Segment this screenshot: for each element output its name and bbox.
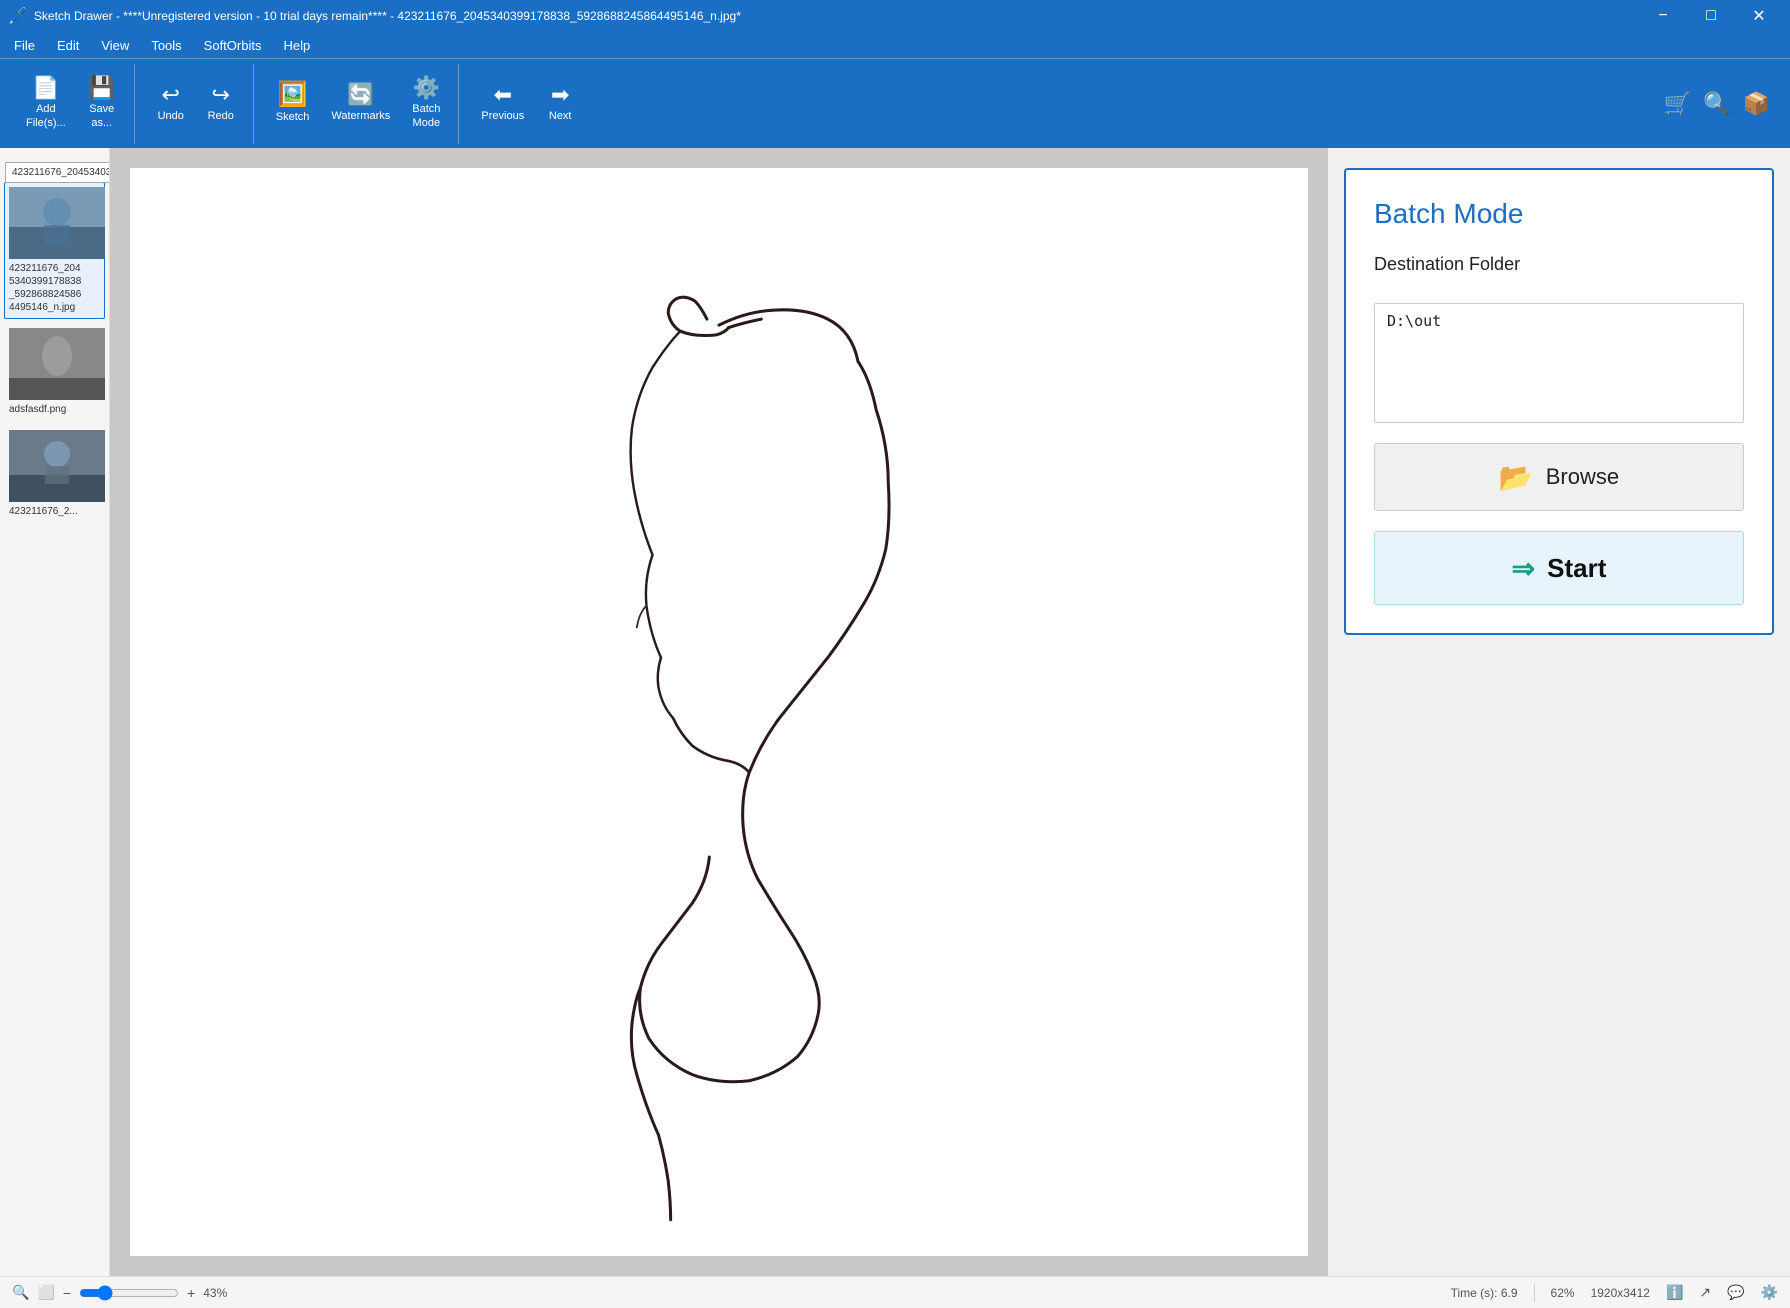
- save-as-label: Saveas...: [89, 103, 114, 129]
- maximize-button[interactable]: □: [1688, 0, 1734, 32]
- zoom-slider[interactable]: [79, 1285, 179, 1301]
- previous-icon: ⬅: [494, 84, 512, 106]
- time-label: Time (s): 6.9: [1451, 1286, 1518, 1300]
- menu-view[interactable]: View: [91, 32, 139, 58]
- app-icon: 🖊️: [8, 6, 28, 26]
- canvas-inner: [130, 168, 1308, 1256]
- window-title: Sketch Drawer - ****Unregistered version…: [34, 9, 741, 23]
- destination-folder-label: Destination Folder: [1374, 254, 1744, 275]
- info-icon[interactable]: ℹ️: [1666, 1284, 1683, 1301]
- title-bar: 🖊️ Sketch Drawer - ****Unregistered vers…: [0, 0, 1790, 32]
- start-label: Start: [1547, 553, 1606, 584]
- browse-label: Browse: [1546, 464, 1619, 490]
- watermarks-button[interactable]: 🔄 Watermarks: [321, 78, 400, 129]
- thumb-label-2: 423211676_2...: [9, 505, 100, 518]
- undo-button[interactable]: ↩ Undo: [147, 78, 195, 129]
- batch-mode-icon: ⚙️: [413, 77, 440, 99]
- batch-mode-button[interactable]: ⚙️ BatchMode: [402, 71, 450, 135]
- menu-help[interactable]: Help: [273, 32, 320, 58]
- sketch-label: Sketch: [276, 111, 310, 124]
- zoom-percent: 62%: [1551, 1286, 1575, 1300]
- thumb-svg-2: [9, 430, 105, 502]
- sketch-button[interactable]: 🖼️ Sketch: [266, 77, 320, 130]
- zoom-actual-icon[interactable]: ⬜: [37, 1284, 54, 1301]
- toolbar-group-undo: ↩ Undo ↪ Redo: [139, 64, 254, 144]
- box-icon[interactable]: 📦: [1743, 91, 1770, 117]
- toolbar-group-files: 📄 AddFile(s)... 💾 Saveas...: [8, 64, 135, 144]
- sidebar: Source Im... 423211676_2045340399178838_…: [0, 148, 110, 1276]
- undo-icon: ↩: [162, 84, 180, 106]
- menu-tools[interactable]: Tools: [141, 32, 191, 58]
- sidebar-item-1[interactable]: adsfasdf.png: [4, 323, 105, 421]
- menu-softorbits[interactable]: SoftOrbits: [194, 32, 272, 58]
- sidebar-item-0[interactable]: 423211676_2045340399178838_5928688245864…: [4, 182, 105, 319]
- thumb-svg-1: [9, 328, 105, 400]
- thumb-image-2: [9, 430, 105, 502]
- status-left: 🔍 ⬜ − + 43%: [12, 1284, 1435, 1301]
- sidebar-item-2[interactable]: 423211676_2...: [4, 425, 105, 523]
- title-bar-controls: − □ ✕: [1640, 0, 1782, 32]
- canvas-area: [110, 148, 1328, 1276]
- batch-panel: Batch Mode Destination Folder 📂 Browse ⇒…: [1344, 168, 1774, 635]
- cart-icon[interactable]: 🛒: [1664, 91, 1691, 117]
- redo-icon: ↪: [212, 84, 230, 106]
- add-files-button[interactable]: 📄 AddFile(s)...: [16, 71, 76, 135]
- status-right: Time (s): 6.9 62% 1920x3412 ℹ️ ↗ 💬 ⚙️: [1451, 1284, 1778, 1302]
- redo-label: Redo: [208, 110, 234, 123]
- save-as-button[interactable]: 💾 Saveas...: [78, 71, 126, 135]
- redo-button[interactable]: ↪ Redo: [197, 78, 245, 129]
- toolbar-group-nav: ⬅ Previous ➡ Next: [463, 64, 592, 144]
- menu-file[interactable]: File: [4, 32, 45, 58]
- browse-folder-icon: 📂: [1499, 461, 1534, 494]
- previous-button[interactable]: ⬅ Previous: [471, 78, 534, 129]
- next-button[interactable]: ➡ Next: [536, 78, 584, 129]
- share-icon[interactable]: ↗: [1699, 1284, 1711, 1301]
- thumb-label-1: adsfasdf.png: [9, 403, 100, 416]
- add-files-label: AddFile(s)...: [26, 103, 66, 129]
- status-bar: 🔍 ⬜ − + 43% Time (s): 6.9 62% 1920x3412 …: [0, 1276, 1790, 1308]
- zoom-plus-icon[interactable]: +: [187, 1285, 195, 1301]
- start-button[interactable]: ⇒ Start: [1374, 531, 1744, 605]
- title-bar-left: 🖊️ Sketch Drawer - ****Unregistered vers…: [8, 6, 741, 26]
- toolbar-group-sketch: 🖼️ Sketch 🔄 Watermarks ⚙️ BatchMode: [258, 64, 460, 144]
- zoom-minus-icon[interactable]: −: [63, 1285, 71, 1301]
- sketch-svg: [130, 168, 1308, 1256]
- feedback-icon[interactable]: 💬: [1727, 1284, 1744, 1301]
- add-files-icon: 📄: [32, 77, 59, 99]
- zoom-slider-wrap: [79, 1285, 179, 1301]
- destination-folder-input[interactable]: [1374, 303, 1744, 423]
- browse-button[interactable]: 📂 Browse: [1374, 443, 1744, 511]
- undo-label: Undo: [158, 110, 184, 123]
- start-arrow-icon: ⇒: [1512, 552, 1535, 585]
- thumb-label-0: 423211676_2045340399178838_5928688245864…: [9, 262, 100, 314]
- previous-label: Previous: [481, 110, 524, 123]
- minimize-button[interactable]: −: [1640, 0, 1686, 32]
- resolution: 1920x3412: [1591, 1286, 1650, 1300]
- watermarks-label: Watermarks: [331, 110, 390, 123]
- toolbar: 📄 AddFile(s)... 💾 Saveas... ↩ Undo ↪ Red…: [0, 58, 1790, 148]
- next-label: Next: [549, 110, 572, 123]
- thumb-image-1: [9, 328, 105, 400]
- thumb-svg-0: [9, 187, 105, 259]
- close-button[interactable]: ✕: [1736, 0, 1782, 32]
- settings-icon[interactable]: ⚙️: [1761, 1284, 1778, 1301]
- zoom-fit-icon[interactable]: 🔍: [12, 1284, 29, 1301]
- watermarks-icon: 🔄: [347, 84, 374, 106]
- search-icon[interactable]: 🔍: [1703, 91, 1730, 117]
- status-separator: [1534, 1284, 1535, 1302]
- thumb-image-0: [9, 187, 105, 259]
- batch-panel-title: Batch Mode: [1374, 198, 1744, 230]
- menu-edit[interactable]: Edit: [47, 32, 89, 58]
- main-area: Source Im... 423211676_2045340399178838_…: [0, 148, 1790, 1276]
- menu-bar: File Edit View Tools SoftOrbits Help: [0, 32, 1790, 58]
- save-as-icon: 💾: [88, 77, 115, 99]
- sidebar-section-label: Source Im...: [4, 156, 105, 182]
- sketch-icon: 🖼️: [278, 83, 308, 107]
- next-icon: ➡: [551, 84, 569, 106]
- batch-mode-label: BatchMode: [412, 103, 440, 129]
- zoom-display: 43%: [203, 1286, 227, 1300]
- toolbar-right: 🛒 🔍 📦: [1664, 91, 1782, 117]
